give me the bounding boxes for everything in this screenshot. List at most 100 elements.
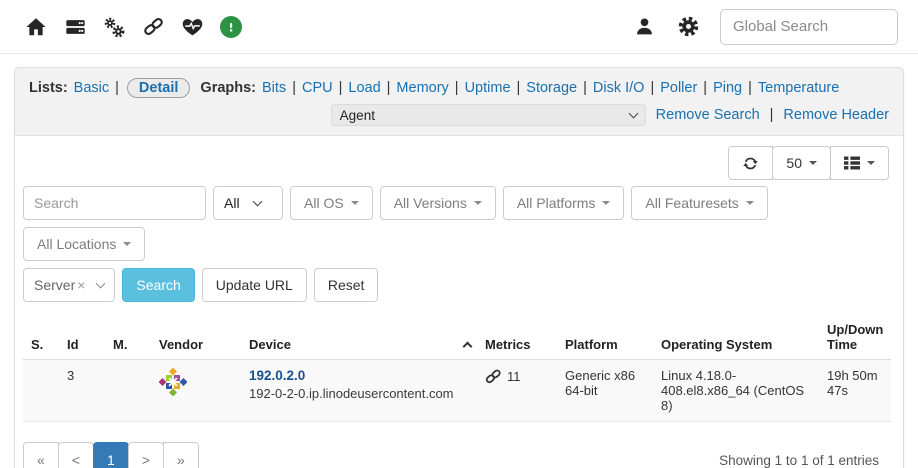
col-header-id[interactable]: Id	[59, 316, 105, 360]
user-icon[interactable]	[632, 15, 656, 39]
caret-down-icon	[123, 242, 131, 246]
centos-logo-icon	[159, 368, 187, 396]
caret-down-icon	[602, 201, 610, 205]
panel-header: Lists: Basic | Detail Graphs: Bits| CPU|…	[15, 68, 903, 136]
entries-summary: Showing 1 to 1 of 1 entries	[719, 453, 879, 468]
agent-select-value: Agent	[340, 108, 375, 123]
agent-row: Agent Remove Search | Remove Header	[29, 104, 889, 126]
list-link-basic[interactable]: Basic	[74, 80, 109, 96]
group-select-value: All	[224, 195, 240, 211]
caret-down-icon	[809, 161, 817, 165]
chevron-down-icon	[628, 109, 638, 119]
caret-down-icon	[746, 201, 754, 205]
graph-link-diskio[interactable]: Disk I/O	[593, 80, 645, 96]
maintenance-cell	[105, 360, 151, 422]
home-icon[interactable]	[24, 15, 48, 39]
id-cell: 3	[59, 360, 105, 422]
navbar-right	[632, 9, 898, 45]
page-size-dropdown[interactable]: 50	[772, 146, 831, 180]
link-chain-icon[interactable]	[141, 15, 165, 39]
list-view-icon	[844, 156, 860, 170]
col-header-os[interactable]: Operating System	[653, 316, 819, 360]
device-cell: 192.0.2.0 192-0-2-0.ip.linodeusercontent…	[241, 360, 477, 422]
pagination: « < 1 > »	[23, 442, 199, 468]
col-header-device[interactable]: Device	[241, 316, 477, 360]
metrics-link[interactable]: 11	[485, 368, 551, 385]
graph-link-ping[interactable]: Ping	[713, 80, 742, 96]
graph-link-load[interactable]: Load	[348, 80, 380, 96]
pagination-page-1-button[interactable]: 1	[93, 442, 129, 468]
device-type-tag: Server	[34, 277, 75, 293]
col-header-platform[interactable]: Platform	[557, 316, 653, 360]
metrics-cell: 11	[477, 360, 557, 422]
pagination-last-button[interactable]: »	[163, 442, 199, 468]
refresh-button[interactable]	[728, 146, 773, 180]
update-url-button[interactable]: Update URL	[202, 268, 307, 302]
status-cell	[23, 360, 59, 422]
os-cell: Linux 4.18.0-408.el8.x86_64 (CentOS 8)	[653, 360, 819, 422]
lists-graphs-row: Lists: Basic | Detail Graphs: Bits| CPU|…	[29, 78, 889, 98]
toolbar-button-group: 50	[728, 146, 889, 180]
health-heartbeat-icon[interactable]	[180, 15, 204, 39]
metrics-count: 11	[507, 369, 521, 384]
updown-cell: 19h 50m 47s	[819, 360, 891, 422]
chevron-down-icon	[96, 279, 106, 289]
group-select[interactable]: All	[213, 186, 283, 220]
gear-icon[interactable]	[676, 15, 700, 39]
col-header-status[interactable]: S.	[23, 316, 59, 360]
reset-button[interactable]: Reset	[314, 268, 379, 302]
search-button[interactable]: Search	[122, 268, 194, 302]
graph-link-temperature[interactable]: Temperature	[758, 80, 839, 96]
graphs-label: Graphs:	[200, 80, 256, 96]
devices-table: S. Id M. Vendor Device Metrics Platform …	[23, 316, 891, 422]
locations-filter-dropdown[interactable]: All Locations	[23, 227, 145, 261]
agent-select[interactable]: Agent	[331, 104, 646, 126]
col-header-m[interactable]: M.	[105, 316, 151, 360]
graph-link-cpu[interactable]: CPU	[302, 80, 333, 96]
platforms-filter-dropdown[interactable]: All Platforms	[503, 186, 625, 220]
device-search-input[interactable]	[23, 186, 206, 220]
panel-footer: « < 1 > » Showing 1 to 1 of 1 entries	[23, 422, 895, 468]
lists-label: Lists:	[29, 80, 68, 96]
devices-rack-icon[interactable]	[63, 15, 87, 39]
device-hostname: 192-0-2-0.ip.linodeusercontent.com	[249, 386, 471, 401]
global-search-input[interactable]	[720, 9, 898, 45]
col-header-metrics[interactable]: Metrics	[477, 316, 557, 360]
os-filter-dropdown[interactable]: All OS	[290, 186, 373, 220]
page-size-value: 50	[786, 155, 802, 171]
filters-row-1: All All OS All Versions All Platforms Al…	[23, 186, 895, 261]
ports-chain-icon	[485, 368, 502, 385]
pagination-prev-button[interactable]: <	[58, 442, 94, 468]
refresh-icon	[742, 155, 759, 172]
alert-status-icon[interactable]	[219, 15, 243, 39]
top-navbar	[0, 0, 918, 54]
featuresets-filter-dropdown[interactable]: All Featuresets	[631, 186, 767, 220]
remove-tag-icon[interactable]: ×	[77, 277, 85, 293]
table-header-row: S. Id M. Vendor Device Metrics Platform …	[23, 316, 891, 360]
view-mode-dropdown[interactable]	[830, 146, 889, 180]
col-header-updown[interactable]: Up/Down Time	[819, 316, 891, 360]
graph-link-memory[interactable]: Memory	[396, 80, 448, 96]
device-type-select[interactable]: Server ×	[23, 268, 115, 302]
device-table-row[interactable]: 3	[23, 360, 891, 422]
pagination-first-button[interactable]: «	[23, 442, 59, 468]
graph-link-storage[interactable]: Storage	[526, 80, 577, 96]
caret-down-icon	[867, 161, 875, 165]
filters-row-2: Server × Search Update URL Reset	[23, 268, 895, 302]
list-link-detail-active[interactable]: Detail	[127, 78, 191, 98]
versions-filter-dropdown[interactable]: All Versions	[380, 186, 496, 220]
caret-down-icon	[351, 201, 359, 205]
platform-cell: Generic x86 64-bit	[557, 360, 653, 422]
pagination-next-button[interactable]: >	[128, 442, 164, 468]
settings-cogs-icon[interactable]	[102, 15, 126, 39]
graph-link-uptime[interactable]: Uptime	[465, 80, 511, 96]
navbar-menu	[24, 15, 243, 39]
remove-search-link[interactable]: Remove Search	[656, 107, 760, 123]
remove-header-link[interactable]: Remove Header	[783, 107, 889, 123]
col-header-vendor[interactable]: Vendor	[151, 316, 241, 360]
sort-ascending-icon	[463, 342, 473, 352]
device-link[interactable]: 192.0.2.0	[249, 368, 305, 383]
panel-body: 50 All All OS	[15, 136, 903, 468]
graph-link-bits[interactable]: Bits	[262, 80, 286, 96]
graph-link-poller[interactable]: Poller	[660, 80, 697, 96]
